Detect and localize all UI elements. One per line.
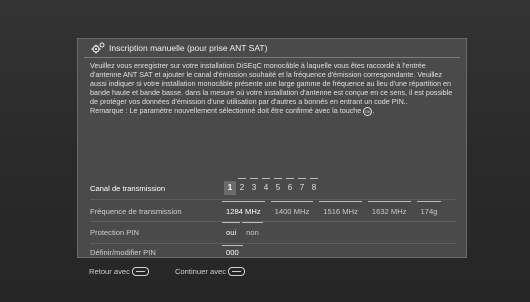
channel-option[interactable]: 5 [272,178,284,195]
frequency-option[interactable]: 174g [416,201,442,219]
pin-set-row[interactable]: Définir/modifier PIN 000 [90,245,462,260]
pin-set-label: Définir/modifier PIN [90,248,156,257]
frequency-option[interactable]: 1284 MHz [222,201,265,219]
channel-option[interactable]: 8 [308,178,320,195]
continue-hint: Continuer avec [174,267,227,276]
manual-registration-dialog: Inscription manuelle (pour prise ANT SAT… [77,38,467,276]
pin-option-no[interactable]: non [242,222,263,240]
frequency-selector[interactable]: 1284 MHz 1400 MHz 1516 MHz 1632 MHz 174g [222,201,447,219]
description-body: Veuillez vous enregistrer sur votre inst… [90,61,453,107]
description-text: Veuillez vous enregistrer sur votre inst… [90,61,456,117]
pin-protection-label: Protection PIN [90,228,139,237]
continue-button-icon[interactable] [228,267,246,276]
row-divider [90,199,456,200]
dialog-footer: Retour avec Continuer avec [89,267,249,276]
pin-protection-selector[interactable]: oui non [222,222,269,240]
channel-option[interactable]: 7 [296,178,308,195]
channel-row[interactable]: Canal de transmission 1 2 3 4 5 6 7 8 [90,178,462,195]
pin-option-yes[interactable]: oui [222,222,241,240]
pin-input[interactable]: 000 [222,245,249,260]
channel-selector[interactable]: 1 2 3 4 5 6 7 8 [224,178,320,195]
frequency-option[interactable]: 1632 MHz [367,201,411,219]
dialog-titlebar: Inscription manuelle (pour prise ANT SAT… [78,39,466,57]
channel-option[interactable]: 1 [224,181,236,195]
title-divider [84,57,460,58]
remark-end: . [372,106,375,116]
back-button-icon[interactable] [131,267,149,276]
pin-protection-row[interactable]: Protection PIN oui non [90,222,462,240]
back-hint: Retour avec [89,267,130,276]
pin-value[interactable]: 000 [222,245,243,260]
remark-text: Remarque : Le paramètre nouvellement sél… [90,106,362,116]
ok-key-icon: OK [363,107,373,117]
frequency-option[interactable]: 1516 MHz [319,201,362,219]
frequency-option[interactable]: 1400 MHz [270,201,314,219]
frequency-label: Fréquence de transmission [90,207,182,216]
frequency-row[interactable]: Fréquence de transmission 1284 MHz 1400 … [90,201,462,219]
channel-option[interactable]: 2 [236,178,248,195]
channel-option[interactable]: 4 [260,178,272,195]
channel-option[interactable]: 6 [284,178,296,195]
channel-label: Canal de transmission [90,184,166,193]
row-divider [90,243,456,244]
row-divider [90,221,456,222]
dialog-title: Inscription manuelle (pour prise ANT SAT… [109,43,268,53]
satellite-gear-icon [91,42,105,54]
channel-option[interactable]: 3 [248,178,260,195]
